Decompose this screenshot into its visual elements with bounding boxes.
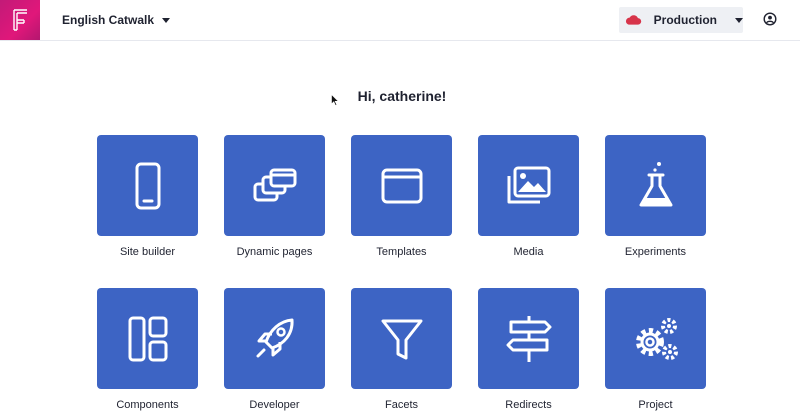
gears-icon — [635, 317, 678, 360]
tile-icon-box — [351, 135, 452, 236]
tile-icon-box — [605, 288, 706, 389]
tile-icon-box — [351, 288, 452, 389]
tile-icon-box — [478, 135, 579, 236]
site-name: English Catwalk — [62, 13, 155, 27]
tile-redirects[interactable]: Redirects — [478, 288, 579, 411]
funnel-icon — [381, 319, 422, 359]
flask-icon — [639, 161, 672, 206]
logo-icon — [13, 9, 27, 31]
mouse-cursor-icon — [331, 94, 339, 106]
tile-label: Components — [116, 399, 179, 411]
layout-icon — [128, 316, 167, 361]
chevron-down-icon — [735, 18, 743, 23]
tile-icon-box — [97, 288, 198, 389]
chevron-down-icon — [162, 18, 171, 23]
tile-developer[interactable]: Developer — [224, 288, 325, 411]
phone-icon — [135, 162, 160, 209]
tile-project[interactable]: Project — [605, 288, 706, 411]
environment-selector[interactable]: Production — [619, 7, 743, 33]
tile-label: Redirects — [505, 399, 552, 411]
environment-label: Production — [653, 13, 717, 27]
tile-dynamic-pages[interactable]: Dynamic pages — [224, 135, 325, 258]
tile-templates[interactable]: Templates — [351, 135, 452, 258]
tile-icon-box — [478, 288, 579, 389]
tile-label: Site builder — [119, 246, 176, 258]
images-icon — [507, 166, 550, 203]
tile-facets[interactable]: Facets — [351, 288, 452, 411]
tile-label: Developer — [249, 399, 300, 411]
tile-icon-box — [97, 135, 198, 236]
tile-label: Project — [638, 399, 673, 411]
tile-icon-box — [224, 288, 325, 389]
rocket-icon — [256, 318, 294, 357]
tile-components[interactable]: Components — [97, 288, 198, 411]
stacked-windows-icon — [253, 168, 296, 201]
cloud-icon — [625, 15, 642, 25]
window-icon — [381, 168, 422, 203]
user-account-icon[interactable] — [763, 12, 777, 26]
app-logo[interactable] — [0, 0, 40, 40]
tile-icon-box — [605, 135, 706, 236]
top-bar: English Catwalk Production — [0, 0, 800, 41]
tile-icon-box — [224, 135, 325, 236]
tile-experiments[interactable]: Experiments — [605, 135, 706, 258]
tile-label: Media — [513, 246, 544, 258]
site-selector[interactable]: English Catwalk — [62, 10, 171, 30]
tile-label: Facets — [384, 399, 418, 411]
greeting-heading: Hi, catherine! — [357, 88, 447, 104]
tile-media[interactable]: Media — [478, 135, 579, 258]
tile-label: Templates — [376, 246, 427, 258]
tile-label: Experiments — [624, 246, 687, 258]
signpost-icon — [506, 315, 551, 362]
tile-site-builder[interactable]: Site builder — [97, 135, 198, 258]
tile-label: Dynamic pages — [236, 246, 313, 258]
